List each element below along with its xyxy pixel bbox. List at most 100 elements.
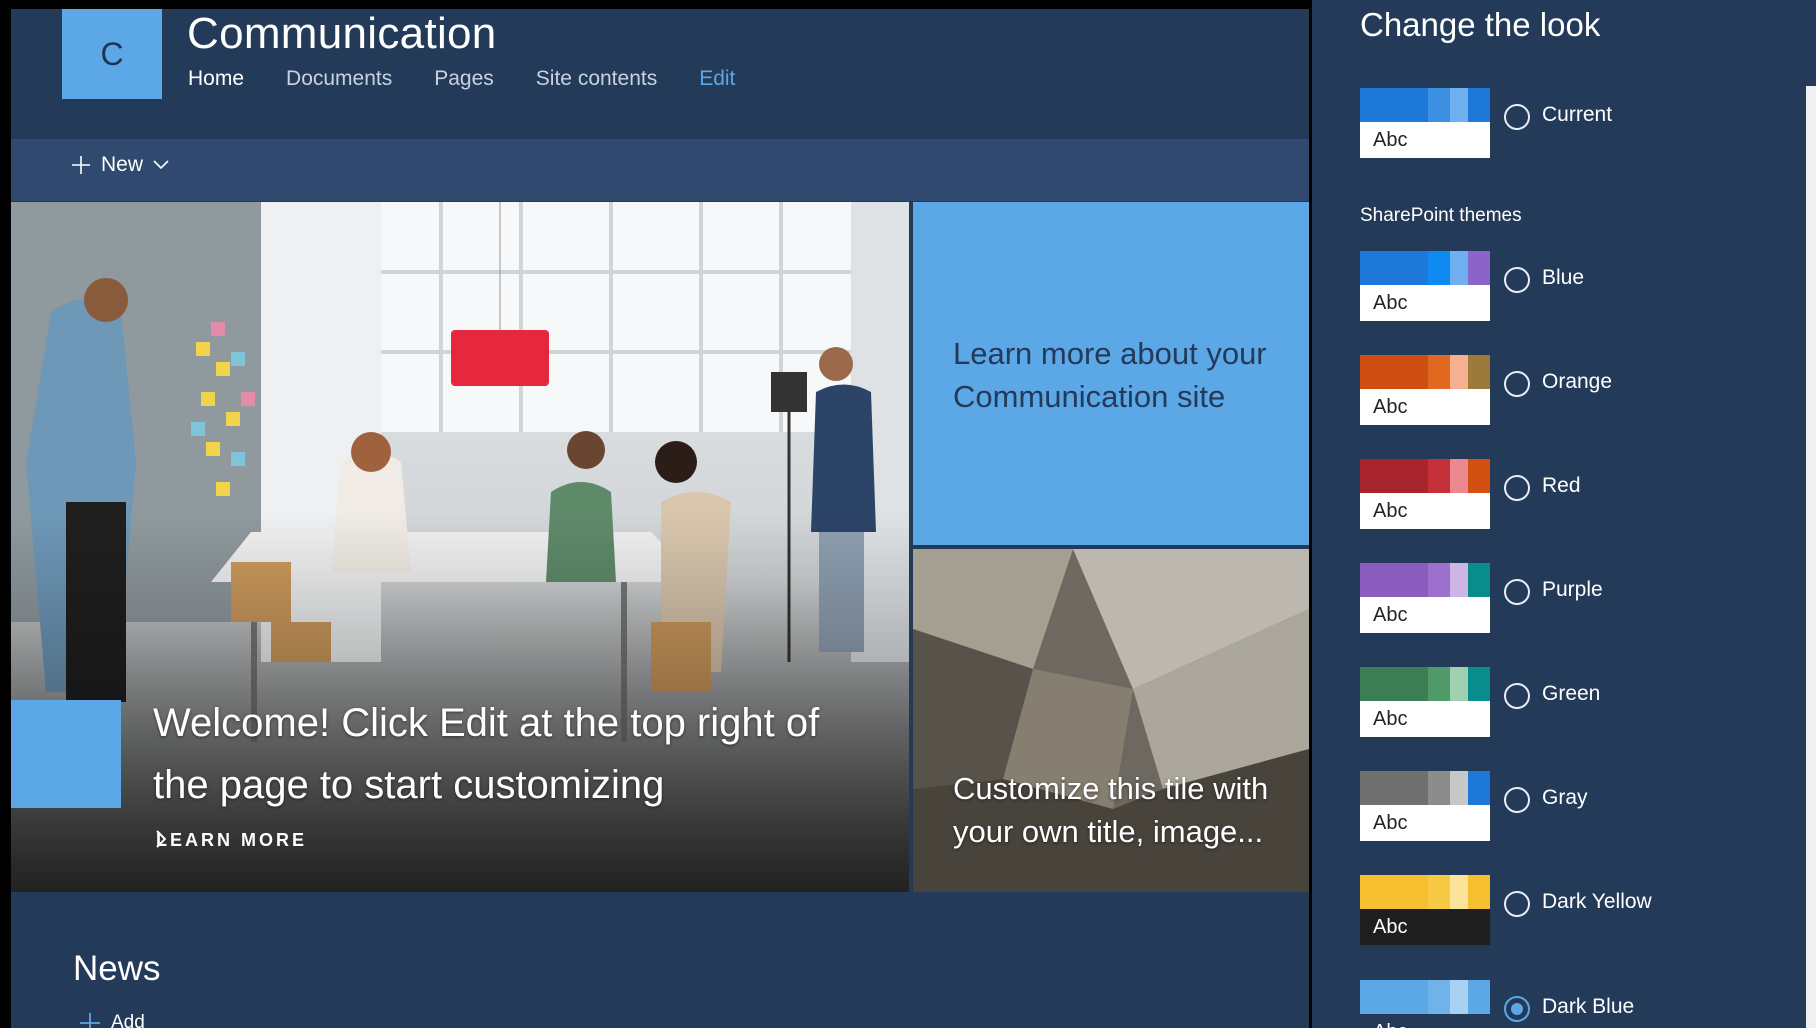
theme-radio[interactable] [1504,891,1530,917]
theme-swatch-colors [1360,251,1490,285]
theme-swatch: Abc [1360,875,1490,945]
theme-swatch-color [1468,771,1490,805]
hero-main-tile[interactable]: Welcome! Click Edit at the top right of … [11,202,909,892]
theme-swatch-color [1360,875,1406,909]
theme-swatch-color [1406,355,1428,389]
site-title[interactable]: Communication [187,9,497,59]
theme-label: Current [1542,103,1613,126]
theme-swatch-sample-text: Abc [1360,122,1490,158]
new-button-label: New [101,153,144,176]
theme-swatch: Abc [1360,771,1490,841]
theme-label: Green [1542,682,1601,705]
theme-option-dark-blue[interactable]: Abc Dark Blue [1360,980,1740,1028]
theme-swatch: Abc [1360,563,1490,633]
theme-option-red[interactable]: Abc Red [1360,459,1740,531]
theme-swatch-color [1406,875,1428,909]
nav-edit[interactable]: Edit [699,67,735,91]
theme-swatch-sample-text: Abc [1360,493,1490,529]
theme-swatch-color [1468,667,1490,701]
theme-radio[interactable] [1504,104,1530,130]
theme-swatch-color [1406,88,1428,122]
theme-swatch-colors [1360,355,1490,389]
news-add-label: Add [111,1012,145,1028]
panel-title: Change the look [1360,6,1601,43]
theme-radio[interactable] [1504,371,1530,397]
theme-swatch-color [1468,875,1490,909]
nav-documents[interactable]: Documents [286,67,392,91]
theme-swatch-color [1450,771,1468,805]
theme-swatch-color [1428,771,1450,805]
theme-swatch: Abc [1360,355,1490,425]
theme-swatch-color [1468,88,1490,122]
theme-option-dark-yellow[interactable]: Abc Dark Yellow [1360,875,1740,947]
theme-swatch: Abc [1360,459,1490,529]
theme-swatch: Abc [1360,88,1490,158]
command-bar: New [11,139,1309,201]
news-heading: News [73,949,161,988]
chevron-down-icon [153,160,169,170]
theme-label: Blue [1542,266,1585,289]
theme-swatch-color [1450,355,1468,389]
theme-swatch-color [1428,251,1450,285]
theme-radio[interactable] [1504,475,1530,501]
theme-label: Dark Blue [1542,995,1635,1018]
learn-more-label: LEARN MORE [156,830,307,850]
learn-more-link[interactable]: LEARN MORE [156,830,307,851]
theme-swatch-sample-text: Abc [1360,285,1490,321]
theme-option-purple[interactable]: Abc Purple [1360,563,1740,635]
theme-radio[interactable] [1504,683,1530,709]
theme-label: Dark Yellow [1542,890,1652,913]
nav-pages[interactable]: Pages [434,67,494,91]
hero-tile-customize[interactable]: Customize this tile with your own title,… [913,549,1309,892]
theme-swatch: Abc [1360,667,1490,737]
theme-swatch-colors [1360,563,1490,597]
theme-swatch-color [1360,980,1406,1014]
theme-swatch-color [1450,459,1468,493]
hero-accent-block [11,700,121,808]
new-button[interactable]: New [71,153,169,177]
site-logo[interactable]: C [62,9,162,99]
theme-option-green[interactable]: Abc Green [1360,667,1740,739]
hero-tile-customize-text: Customize this tile with your own title,… [953,771,1269,849]
theme-swatch-colors [1360,980,1490,1014]
theme-swatch-colors [1360,459,1490,493]
chevron-right-icon [156,830,166,848]
news-add-button[interactable]: Add [79,1012,145,1028]
theme-option-gray[interactable]: Abc Gray [1360,771,1740,843]
panel-scrollbar[interactable] [1806,86,1816,1028]
theme-swatch-color [1406,667,1428,701]
theme-radio[interactable] [1504,996,1530,1022]
theme-option-current[interactable]: Abc Current [1360,88,1740,160]
theme-swatch-color [1360,355,1406,389]
theme-swatch-color [1428,459,1450,493]
theme-swatch-color [1428,667,1450,701]
theme-radio[interactable] [1504,267,1530,293]
theme-swatch-color [1450,980,1468,1014]
theme-option-blue[interactable]: Abc Blue [1360,251,1740,323]
theme-swatch-color [1360,459,1406,493]
theme-swatch-color [1468,980,1490,1014]
theme-swatch-color [1468,251,1490,285]
theme-swatch-sample-text: Abc [1360,701,1490,737]
theme-swatch-color [1360,667,1406,701]
sharepoint-themes-label: SharePoint themes [1360,205,1522,226]
site-header: C Communication Home Documents Pages Sit… [11,9,1309,139]
theme-radio[interactable] [1504,579,1530,605]
nav-home[interactable]: Home [188,67,244,91]
hero-tile-learn-text: Learn more about your Communication site [953,336,1267,414]
theme-swatch-color [1360,88,1406,122]
nav-site-contents[interactable]: Site contents [536,67,657,91]
theme-swatch-color [1428,875,1450,909]
theme-swatch-color [1468,459,1490,493]
theme-swatch-color [1428,980,1450,1014]
theme-swatch-color [1428,563,1450,597]
plus-icon [80,1013,100,1028]
theme-swatch-color [1406,980,1428,1014]
theme-swatch-color [1428,88,1450,122]
theme-option-orange[interactable]: Abc Orange [1360,355,1740,427]
site-nav: Home Documents Pages Site contents Edit [188,67,735,91]
theme-radio[interactable] [1504,787,1530,813]
theme-label: Gray [1542,786,1588,809]
theme-swatch-color [1360,563,1406,597]
hero-tile-learn[interactable]: Learn more about your Communication site [913,202,1309,545]
